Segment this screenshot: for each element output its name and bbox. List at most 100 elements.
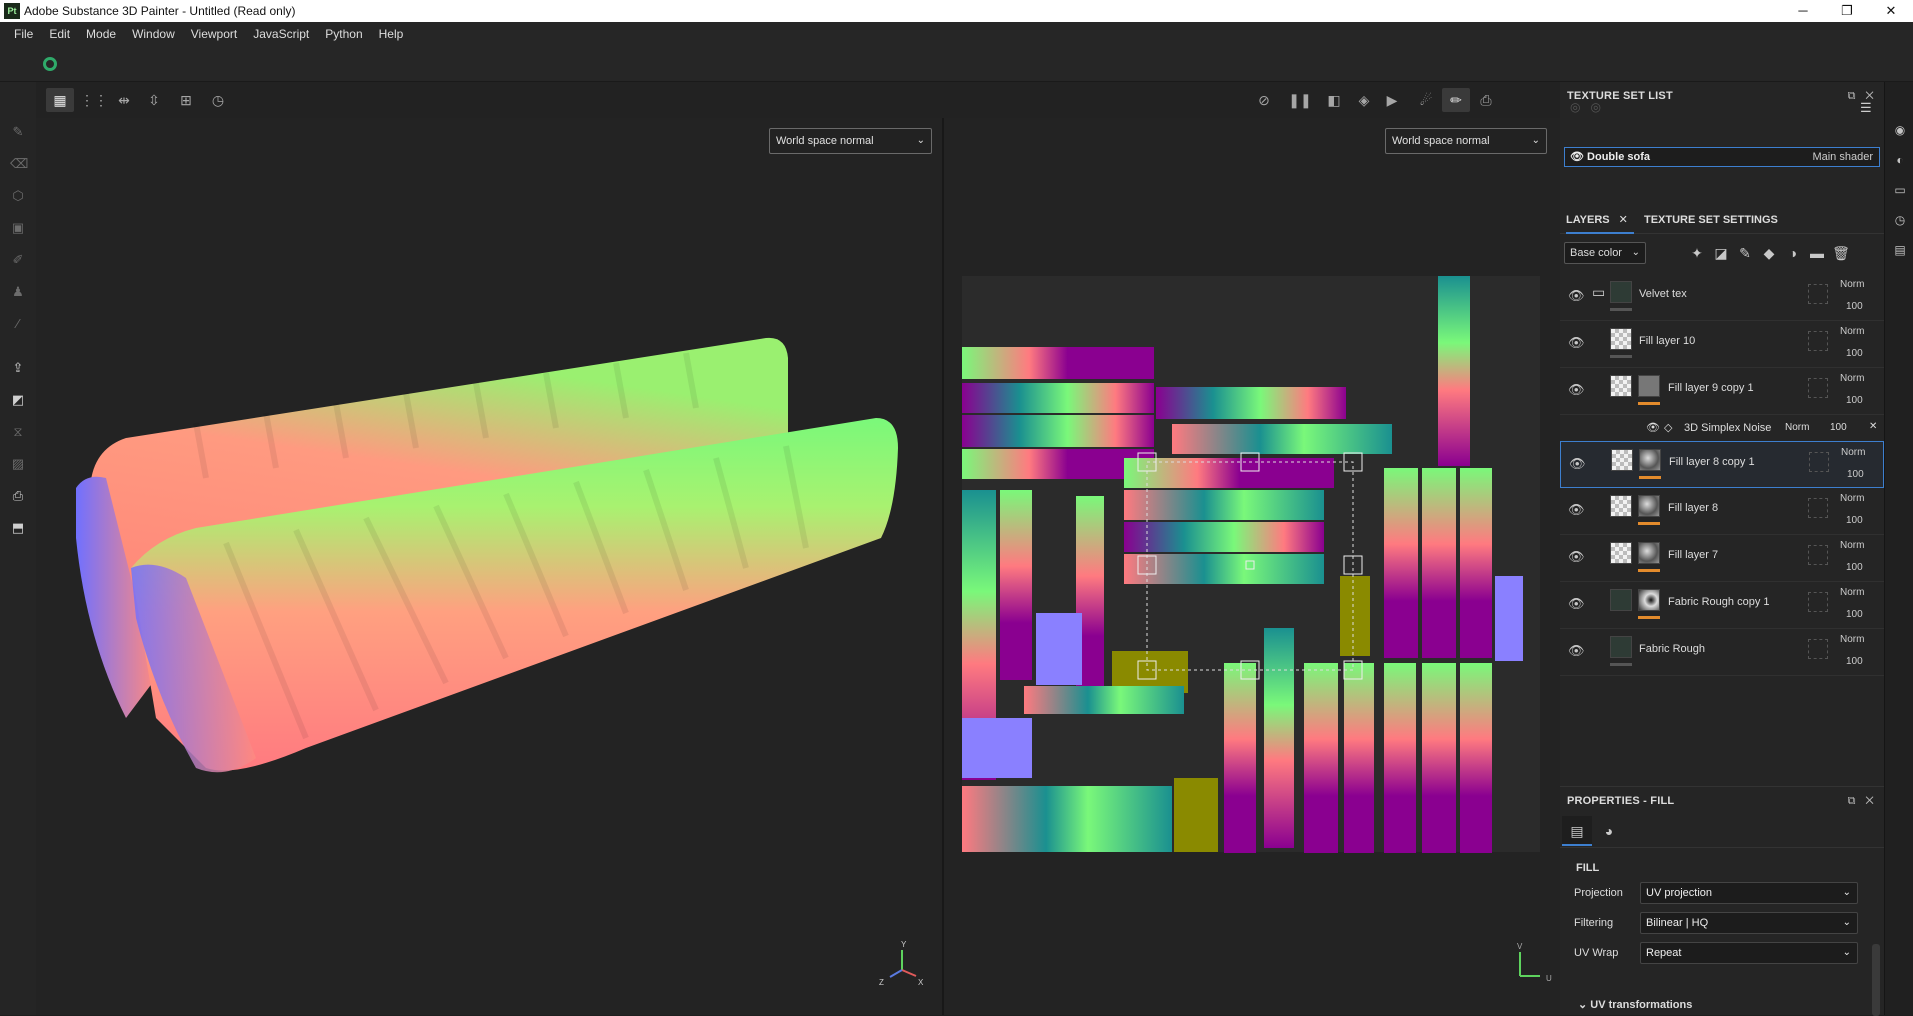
- shelf-icon[interactable]: ▭: [1892, 182, 1908, 198]
- mask-slot[interactable]: [1808, 378, 1828, 398]
- blend-mode[interactable]: Norm: [1840, 493, 1864, 504]
- minimize-button[interactable]: ─: [1781, 0, 1825, 22]
- eye-icon[interactable]: 👁: [1570, 151, 1584, 163]
- shader-settings-icon[interactable]: ◐: [1892, 152, 1908, 168]
- color-picker-icon[interactable]: ⁄: [10, 316, 26, 332]
- layer-item[interactable]: 👁 Fill layer 10 Norm 100: [1560, 321, 1884, 368]
- menu-viewport[interactable]: Viewport: [183, 27, 245, 41]
- eye-icon[interactable]: 👁: [1568, 549, 1585, 565]
- opacity-value[interactable]: 100: [1846, 515, 1863, 526]
- layer-item[interactable]: 👁 ▭ Velvet tex Norm 100: [1560, 274, 1884, 321]
- smudge-icon[interactable]: ✐: [10, 252, 26, 268]
- history-icon[interactable]: ◷: [1892, 212, 1908, 228]
- close-icon[interactable]: ✕: [1619, 214, 1628, 226]
- eye-icon[interactable]: 👁: [1568, 643, 1585, 659]
- shelf-icon[interactable]: ⬒: [10, 520, 26, 536]
- add-mask-icon[interactable]: ◪: [1712, 244, 1730, 262]
- paint-brush-icon[interactable]: ✎: [10, 124, 26, 140]
- viewport-3d[interactable]: World space normal ⌄ Y X Z: [36, 118, 942, 1015]
- properties-scrollbar[interactable]: [1872, 944, 1880, 1016]
- mask-slot[interactable]: [1808, 498, 1828, 518]
- eye-icon[interactable]: 👁: [1568, 382, 1585, 398]
- menu-python[interactable]: Python: [317, 27, 370, 41]
- eye-icon[interactable]: 👁: [1568, 288, 1585, 304]
- mask-slot[interactable]: [1808, 545, 1828, 565]
- mask-slot[interactable]: [1808, 639, 1828, 659]
- eye-icon[interactable]: 👁: [1646, 421, 1660, 434]
- eye-icon[interactable]: 👁: [1568, 502, 1585, 518]
- add-folder-icon[interactable]: ▬: [1808, 244, 1826, 262]
- log-icon[interactable]: ▤: [1892, 242, 1908, 258]
- effect-opacity[interactable]: 100: [1830, 422, 1847, 433]
- export-icon[interactable]: ⎙: [10, 488, 26, 504]
- blend-mode[interactable]: Norm: [1841, 447, 1865, 458]
- mask-slot[interactable]: [1809, 452, 1829, 472]
- effect-blend[interactable]: Norm: [1785, 422, 1809, 433]
- add-fill-layer-icon[interactable]: ◆: [1760, 244, 1778, 262]
- menu-icon[interactable]: ☰: [1860, 100, 1872, 116]
- tab-texture-set-settings[interactable]: TEXTURE SET SETTINGS: [1644, 206, 1778, 234]
- tab-layers[interactable]: LAYERS ✕: [1566, 206, 1634, 234]
- channel-select[interactable]: Base color ⌄: [1564, 242, 1646, 264]
- opacity-value[interactable]: 100: [1846, 609, 1863, 620]
- history-icon[interactable]: ◷: [204, 88, 232, 112]
- pause-icon[interactable]: ❚❚: [1286, 88, 1314, 112]
- add-paint-layer-icon[interactable]: ✎: [1736, 244, 1754, 262]
- mirror-view-icon[interactable]: ◧: [1320, 88, 1348, 112]
- menu-javascript[interactable]: JavaScript: [245, 27, 317, 41]
- opacity-value[interactable]: 100: [1846, 301, 1863, 312]
- effect-item[interactable]: 👁 ◇ 3D Simplex Noise Norm 100 ✕: [1560, 415, 1884, 441]
- symmetry-y-icon[interactable]: ⇳: [140, 88, 168, 112]
- layer-item[interactable]: 👁 Fill layer 8 Norm 100: [1560, 488, 1884, 535]
- hide-overlay-icon[interactable]: ⊘: [1250, 88, 1278, 112]
- polygon-fill-icon[interactable]: ▣: [10, 220, 26, 236]
- mask-slot[interactable]: [1808, 331, 1828, 351]
- close-button[interactable]: ✕: [1869, 0, 1913, 22]
- add-icon[interactable]: ⊞: [172, 88, 200, 112]
- render-icon[interactable]: ☄: [1412, 88, 1440, 112]
- geometry-mask-icon[interactable]: ▨: [10, 456, 26, 472]
- opacity-value[interactable]: 100: [1847, 469, 1864, 480]
- projection-select[interactable]: UV projection ⌄: [1640, 882, 1858, 904]
- close-icon[interactable]: ✕: [1865, 795, 1874, 807]
- tile-view-icon[interactable]: ⋮⋮: [80, 88, 108, 112]
- menu-mode[interactable]: Mode: [78, 27, 124, 41]
- mask-slot[interactable]: [1808, 592, 1828, 612]
- eye-icon[interactable]: 👁: [1568, 335, 1585, 351]
- paint-mode-icon[interactable]: ✏: [1442, 88, 1470, 112]
- blend-mode[interactable]: Norm: [1840, 540, 1864, 551]
- clone-stamp-icon[interactable]: ♟: [10, 284, 26, 300]
- menu-window[interactable]: Window: [124, 27, 183, 41]
- opacity-value[interactable]: 100: [1846, 562, 1863, 573]
- smart-material-icon[interactable]: ◑: [1784, 244, 1802, 262]
- camera-icon[interactable]: ▶: [1378, 88, 1406, 112]
- visibility-toggle-icon[interactable]: ◎ ◎: [1570, 100, 1601, 114]
- menu-file[interactable]: File: [6, 27, 41, 41]
- material-icon[interactable]: ◕: [1594, 816, 1624, 846]
- delete-icon[interactable]: 🗑: [1832, 244, 1850, 262]
- blend-mode[interactable]: Norm: [1840, 326, 1864, 337]
- fill-properties-icon[interactable]: ▤: [1562, 816, 1592, 846]
- blend-mode[interactable]: Norm: [1840, 279, 1864, 290]
- close-icon[interactable]: ✕: [1869, 421, 1877, 432]
- blend-mode[interactable]: Norm: [1840, 587, 1864, 598]
- opacity-value[interactable]: 100: [1846, 348, 1863, 359]
- float-icon[interactable]: ⧉: [1848, 795, 1856, 807]
- eye-icon[interactable]: 👁: [1569, 456, 1586, 472]
- projection-icon[interactable]: ⬡: [10, 188, 26, 204]
- object-view-icon[interactable]: ◈: [1350, 88, 1378, 112]
- layer-item[interactable]: 👁 Fill layer 7 Norm 100: [1560, 535, 1884, 582]
- opacity-value[interactable]: 100: [1846, 656, 1863, 667]
- blend-mode[interactable]: Norm: [1840, 373, 1864, 384]
- opacity-value[interactable]: 100: [1846, 395, 1863, 406]
- symmetry-x-icon[interactable]: ⇹: [110, 88, 138, 112]
- menu-help[interactable]: Help: [371, 27, 412, 41]
- layer-item-selected[interactable]: 👁 Fill layer 8 copy 1 Norm 100: [1560, 441, 1884, 488]
- eraser-icon[interactable]: ⌫: [10, 156, 28, 172]
- uv-transformations-toggle[interactable]: ⌄ UV transformations: [1578, 998, 1692, 1011]
- layer-item[interactable]: 👁 Fabric Rough Norm 100: [1560, 629, 1884, 676]
- grid-view-icon[interactable]: ▦: [46, 88, 74, 112]
- display-settings-icon[interactable]: ◉: [1892, 122, 1908, 138]
- mask-slot[interactable]: [1808, 284, 1828, 304]
- maximize-button[interactable]: ❐: [1825, 0, 1869, 22]
